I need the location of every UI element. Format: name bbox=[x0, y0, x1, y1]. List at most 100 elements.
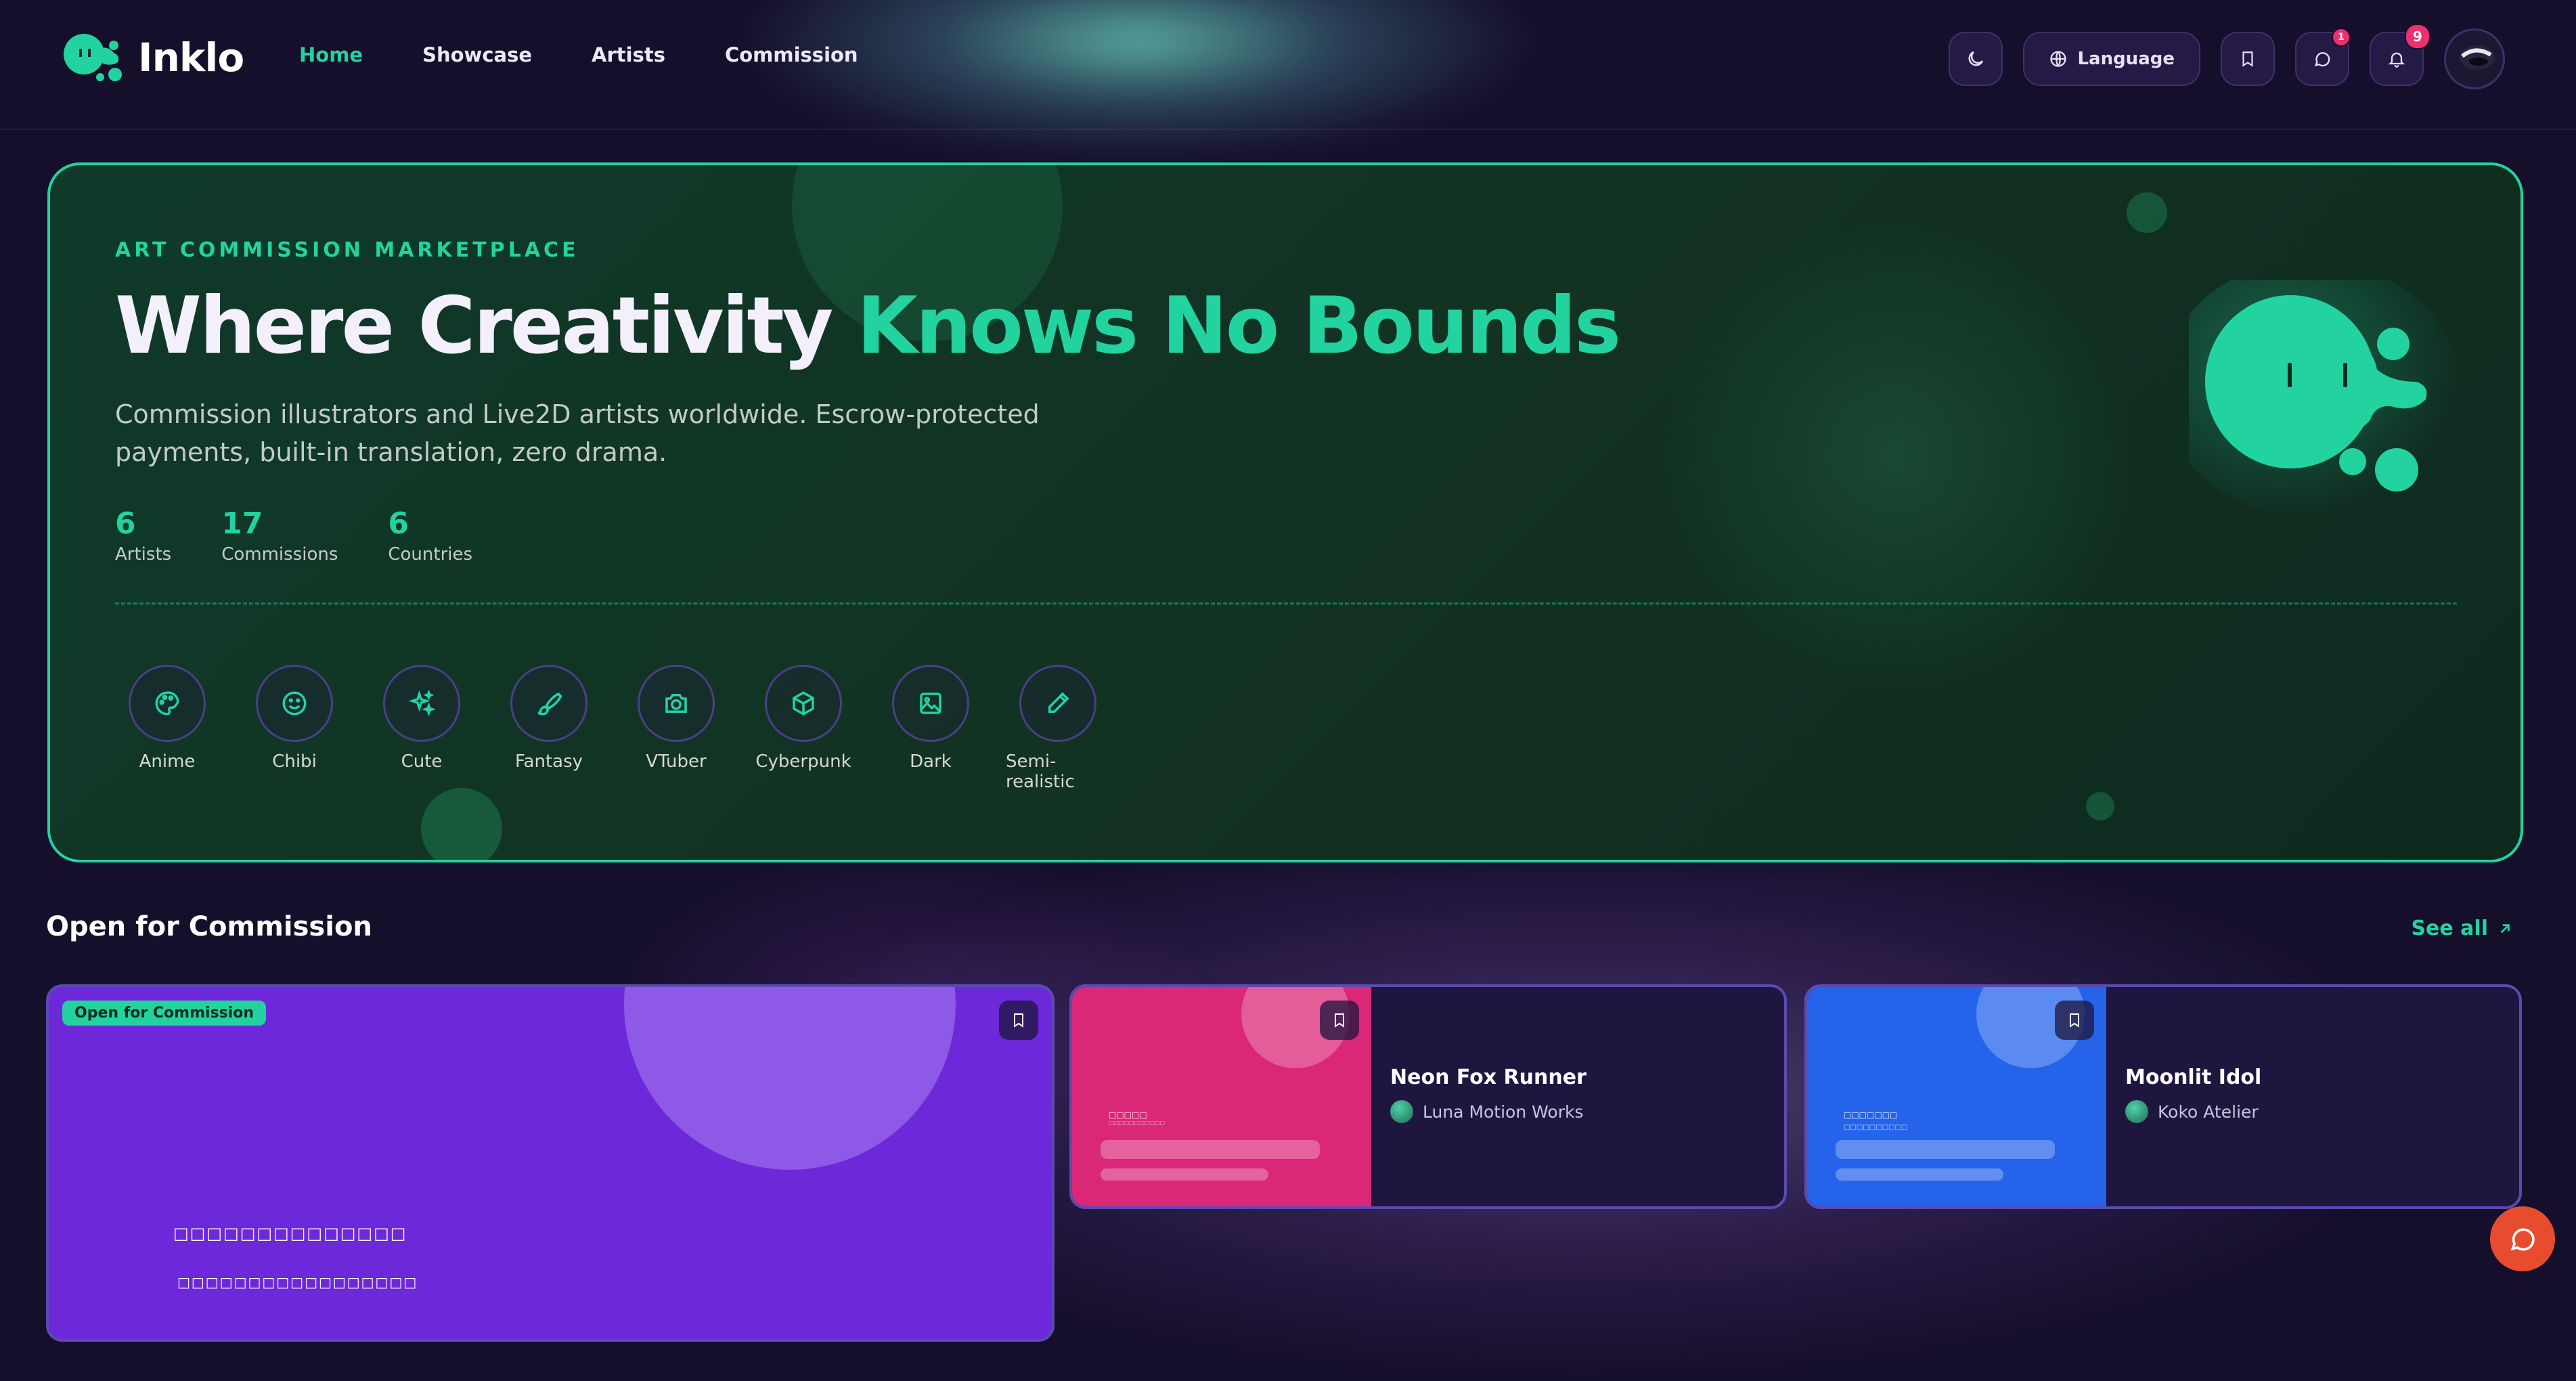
card-artist: Luna Motion Works bbox=[1390, 1100, 1586, 1123]
nav-showcase[interactable]: Showcase bbox=[422, 43, 532, 66]
see-all-link[interactable]: See all bbox=[2411, 917, 2514, 940]
stat-label: Countries bbox=[388, 544, 473, 565]
thumb-bar bbox=[1836, 1140, 2055, 1159]
card-body: Neon Fox Runner Luna Motion Works bbox=[1390, 1066, 1586, 1123]
category-label: Semi-realistic bbox=[1006, 751, 1075, 792]
artist-avatar bbox=[2125, 1100, 2148, 1123]
hero-eyebrow: ART COMMISSION MARKETPLACE bbox=[115, 238, 579, 262]
smile-icon bbox=[256, 665, 333, 742]
stat-artists: 6 Artists bbox=[115, 508, 171, 565]
top-nav: Inklo Home Showcase Artists Commission L… bbox=[0, 0, 2576, 130]
messages-button[interactable]: 1 bbox=[2295, 28, 2351, 86]
stat-label: Artists bbox=[115, 544, 172, 565]
hero-banner: ART COMMISSION MARKETPLACE Where Creativ… bbox=[47, 162, 2523, 862]
see-all-label: See all bbox=[2411, 917, 2488, 940]
language-button[interactable]: Language bbox=[2023, 32, 2200, 86]
decor-circle bbox=[624, 987, 956, 1170]
decor-glow bbox=[1661, 219, 2135, 693]
hero-title-accent: Knows No Bounds bbox=[856, 280, 1621, 372]
hero-subtitle: Commission illustrators and Live2D artis… bbox=[115, 399, 1040, 467]
mascot-blob-icon bbox=[2189, 280, 2460, 510]
sparkles-icon bbox=[383, 665, 460, 742]
thumb-text: □□□□□ bbox=[1109, 1110, 1147, 1120]
language-label: Language bbox=[2077, 49, 2175, 69]
category-chibi[interactable]: Chibi bbox=[242, 665, 347, 792]
section-title: Open for Commission bbox=[46, 911, 372, 942]
bookmark-icon bbox=[1335, 1013, 1344, 1028]
category-cute[interactable]: Cute bbox=[370, 665, 474, 792]
category-label: Fantasy bbox=[514, 751, 583, 772]
moon-icon bbox=[1969, 51, 1984, 66]
nav-actions: Language 1 9 bbox=[1949, 24, 2505, 89]
pencil-icon bbox=[1019, 665, 1096, 742]
status-badge: Open for Commission bbox=[62, 1001, 267, 1026]
card-placeholder-text: □□□□□□□□□□□□□□□□□ bbox=[177, 1274, 418, 1290]
bookmark-button[interactable] bbox=[999, 1001, 1038, 1040]
commission-card[interactable]: □□□□□ □□□□□□□□□□□ Neon Fox Runner Luna M… bbox=[1069, 984, 1787, 1209]
stat-countries: 6 Countries bbox=[388, 508, 472, 565]
category-cyberpunk[interactable]: Cyberpunk bbox=[751, 665, 856, 792]
cube-icon bbox=[765, 665, 842, 742]
stat-label: Commissions bbox=[221, 544, 338, 565]
nav-home[interactable]: Home bbox=[299, 43, 363, 66]
notifications-badge: 9 bbox=[2405, 24, 2430, 49]
logo-text: Inklo bbox=[138, 35, 244, 81]
logo-blob-icon bbox=[64, 34, 122, 81]
bookmark-button[interactable] bbox=[1320, 1001, 1359, 1040]
category-label: Anime bbox=[139, 751, 196, 772]
card-artist: Koko Atelier bbox=[2125, 1100, 2261, 1123]
chat-support-button[interactable] bbox=[2490, 1206, 2555, 1271]
stat-value: 17 bbox=[221, 506, 263, 541]
category-label: Cute bbox=[401, 751, 443, 772]
bell-icon bbox=[2388, 52, 2405, 68]
stat-value: 6 bbox=[115, 506, 136, 541]
chat-bubble-icon bbox=[2510, 1228, 2535, 1251]
category-label: Cyberpunk bbox=[755, 751, 851, 772]
artist-name: Koko Atelier bbox=[2158, 1101, 2259, 1122]
hero-stats: 6 Artists 17 Commissions 6 Countries bbox=[115, 508, 472, 565]
nav-commission[interactable]: Commission bbox=[725, 43, 858, 66]
stat-value: 6 bbox=[388, 506, 409, 541]
bookmark-icon bbox=[1014, 1013, 1023, 1028]
main-nav: Home Showcase Artists Commission bbox=[299, 43, 858, 66]
artist-avatar bbox=[1390, 1100, 1413, 1123]
thumb-bar bbox=[1101, 1168, 1268, 1181]
thumb-bar bbox=[1836, 1168, 2003, 1181]
stat-commissions: 17 Commissions bbox=[221, 508, 338, 565]
commission-card-featured[interactable]: Open for Commission □□□□□□□□□□□□□□ □□□□□… bbox=[46, 984, 1054, 1342]
image-icon bbox=[892, 665, 969, 742]
artist-name: Luna Motion Works bbox=[1423, 1101, 1584, 1122]
palette-icon bbox=[129, 665, 206, 742]
card-placeholder-text: □□□□□□□□□□□□□□ bbox=[173, 1224, 407, 1243]
category-anime[interactable]: Anime bbox=[115, 665, 219, 792]
decor-circle bbox=[2127, 192, 2167, 233]
user-avatar[interactable] bbox=[2444, 28, 2505, 89]
decor-circle bbox=[421, 788, 502, 860]
camera-icon bbox=[638, 665, 715, 742]
notifications-button[interactable]: 9 bbox=[2370, 24, 2430, 86]
commission-card[interactable]: □□□□□□□ □□□□□□□□□□ Moonlit Idol Koko Ate… bbox=[1804, 984, 2522, 1209]
arrow-up-right-icon bbox=[2500, 923, 2510, 933]
hero-divider bbox=[115, 602, 2457, 605]
category-label: Dark bbox=[910, 751, 952, 772]
decor-circle bbox=[2086, 792, 2114, 820]
nav-artists[interactable]: Artists bbox=[592, 43, 665, 66]
theme-toggle-button[interactable] bbox=[1949, 32, 2003, 86]
chat-bubble-icon bbox=[2314, 52, 2330, 67]
bookmarks-button[interactable] bbox=[2221, 32, 2275, 86]
category-semi-realistic[interactable]: Semi-realistic bbox=[1006, 665, 1110, 792]
category-fantasy[interactable]: Fantasy bbox=[497, 665, 601, 792]
category-list: Anime Chibi Cute Fantasy VTuber Cyberpun… bbox=[115, 665, 1110, 792]
category-dark[interactable]: Dark bbox=[879, 665, 983, 792]
bookmark-icon bbox=[2242, 51, 2253, 67]
category-vtuber[interactable]: VTuber bbox=[624, 665, 728, 792]
thumb-text: □□□□□□□ bbox=[1844, 1110, 1898, 1120]
thumb-text: □□□□□□□□□□ bbox=[1844, 1124, 1908, 1131]
logo[interactable]: Inklo bbox=[61, 28, 244, 87]
brush-icon bbox=[510, 665, 587, 742]
card-body: Moonlit Idol Koko Atelier bbox=[2125, 1066, 2261, 1123]
messages-badge: 1 bbox=[2332, 28, 2351, 47]
card-title: Neon Fox Runner bbox=[1390, 1066, 1586, 1089]
globe-icon bbox=[2050, 51, 2067, 67]
bookmark-button[interactable] bbox=[2055, 1001, 2094, 1040]
